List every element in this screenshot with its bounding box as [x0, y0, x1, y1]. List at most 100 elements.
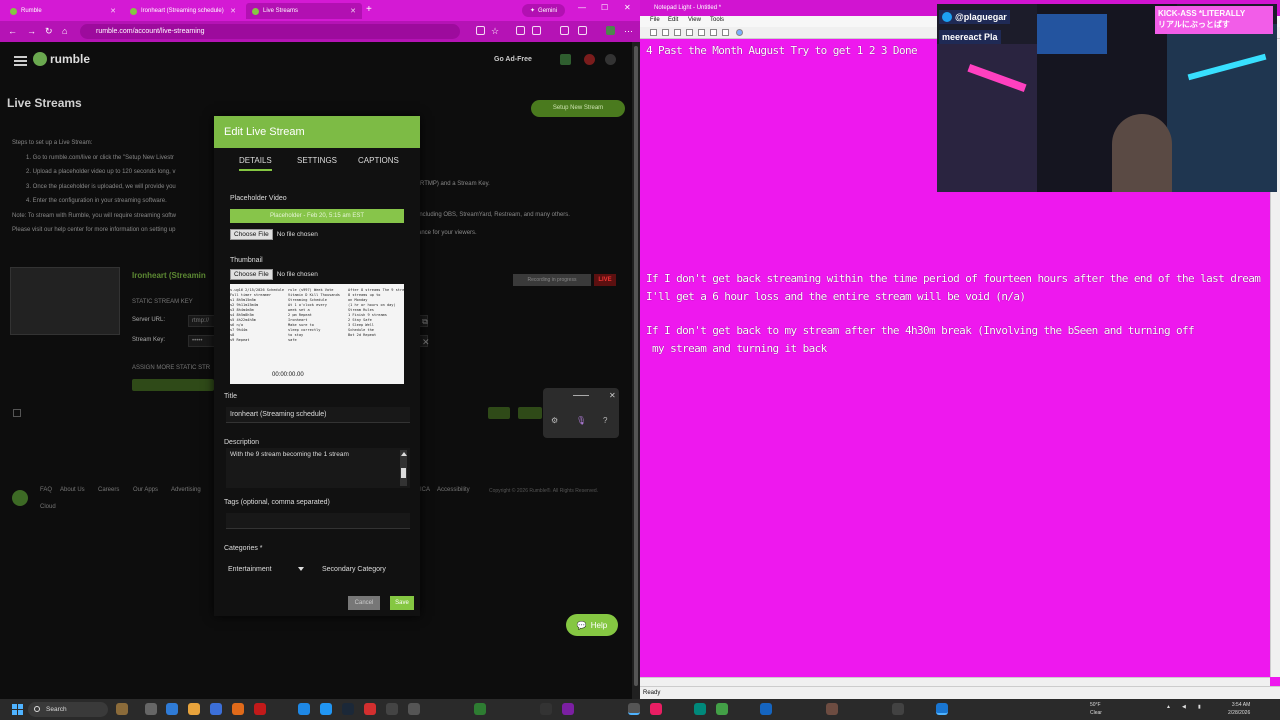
home-icon[interactable]: ⌂	[62, 26, 67, 36]
github-icon[interactable]	[540, 703, 552, 715]
windows-start-icon[interactable]	[12, 704, 23, 715]
footer-link-dmca[interactable]: ICA	[420, 487, 430, 493]
app-icon[interactable]	[386, 703, 398, 715]
tab-settings[interactable]: SETTINGS	[297, 156, 337, 165]
help-button[interactable]: 💬 Help	[566, 614, 618, 636]
notepad-horizontal-scrollbar[interactable]	[640, 677, 1270, 686]
minimize-icon[interactable]: —	[578, 3, 586, 12]
note-line-2[interactable]: If I don't get back streaming within the…	[646, 272, 1261, 285]
app-icon[interactable]	[760, 703, 772, 715]
wifi-icon[interactable]: ▲	[1166, 704, 1171, 710]
title-input[interactable]: Ironheart (Streaming schedule)	[226, 407, 410, 423]
stream-title-link[interactable]: Ironheart (Streamin	[132, 271, 206, 280]
menu-view[interactable]: View	[688, 17, 701, 23]
steam-icon[interactable]	[342, 703, 354, 715]
description-textarea[interactable]: With the 9 stream becoming the 1 stream	[226, 448, 410, 488]
gemini-button[interactable]: ✦ Gemini	[522, 4, 566, 17]
hamburger-menu-icon[interactable]	[14, 56, 27, 66]
app-icon[interactable]	[650, 703, 662, 715]
tab-live-streams[interactable]: Live Streams ✕	[246, 3, 362, 19]
menu-dots-icon[interactable]: ⋯	[624, 26, 633, 37]
page-scrollbar-thumb[interactable]	[634, 46, 638, 686]
widgets-icon[interactable]	[116, 703, 128, 715]
choose-file-button[interactable]: Choose File	[230, 269, 273, 280]
menu-edit[interactable]: Edit	[668, 17, 678, 23]
url-input[interactable]: rumble.com/account/live-streaming	[80, 24, 460, 39]
screenshot-icon[interactable]	[532, 26, 541, 35]
system-clock[interactable]: 3:54 AM 2/28/2026	[1228, 701, 1250, 717]
footer-link-about[interactable]: About Us	[60, 487, 85, 493]
about-icon[interactable]	[736, 29, 743, 36]
app-icon[interactable]	[210, 703, 222, 715]
note-line-1[interactable]: 4 Past the Month August Try to get 1 2 3…	[646, 44, 918, 57]
app-icon[interactable]	[562, 703, 574, 715]
note-line-5[interactable]: my stream and turning it back	[646, 342, 827, 355]
note-line-4[interactable]: If I don't get back to my stream after t…	[646, 324, 1195, 337]
collections-icon[interactable]	[578, 26, 587, 35]
save-file-icon[interactable]	[674, 29, 681, 36]
battery-icon[interactable]: ▮	[1198, 704, 1201, 710]
close-icon[interactable]: ✕	[230, 7, 236, 15]
maximize-icon[interactable]: ☐	[601, 3, 608, 12]
cut-icon[interactable]	[698, 29, 705, 36]
star-icon[interactable]: ☆	[491, 26, 499, 37]
rumble-logo[interactable]: rumble	[33, 52, 90, 66]
footer-link-faq[interactable]: FAQ	[40, 487, 52, 493]
close-icon[interactable]: ✕	[609, 391, 616, 400]
gear-icon[interactable]: ⚙	[551, 416, 558, 425]
firefox-icon[interactable]	[232, 703, 244, 715]
paste-icon[interactable]	[722, 29, 729, 36]
setup-new-stream-button[interactable]: Setup New Stream	[531, 100, 625, 117]
tab-ironheart[interactable]: Ironheart (Streaming schedule) ✕	[124, 3, 242, 19]
secondary-category-select[interactable]: Secondary Category	[318, 560, 410, 578]
choose-file-button[interactable]: Choose File	[230, 229, 273, 240]
tab-rumble[interactable]: Rumble ✕	[4, 3, 122, 19]
print-icon[interactable]	[686, 29, 693, 36]
menu-file[interactable]: File	[650, 17, 660, 23]
app-icon[interactable]	[716, 703, 728, 715]
app-icon[interactable]	[474, 703, 486, 715]
favorites-icon[interactable]	[560, 26, 569, 35]
drag-handle[interactable]	[573, 395, 589, 396]
file-explorer-icon[interactable]	[188, 703, 200, 715]
stream-thumbnail[interactable]	[10, 267, 120, 335]
footer-link-careers[interactable]: Careers	[98, 487, 119, 493]
open-file-icon[interactable]	[662, 29, 669, 36]
back-icon[interactable]: ←	[8, 26, 17, 36]
forward-icon[interactable]: →	[27, 26, 36, 36]
close-icon[interactable]: ✕	[422, 337, 430, 348]
tags-input[interactable]	[226, 513, 410, 529]
notepad-taskbar-icon[interactable]	[628, 703, 640, 715]
opera-icon[interactable]	[254, 703, 266, 715]
tab-captions[interactable]: CAPTIONS	[358, 156, 399, 165]
close-icon[interactable]: ✕	[350, 7, 356, 15]
notification-bell-icon[interactable]	[584, 54, 595, 65]
edit-button[interactable]	[488, 407, 510, 419]
app-icon[interactable]	[320, 703, 332, 715]
weather-widget[interactable]: 50°F Clear	[1090, 701, 1102, 717]
edge-icon[interactable]	[298, 703, 310, 715]
note-line-3[interactable]: I'll get a 6 hour loss and the entire st…	[646, 290, 1026, 303]
footer-link-cloud[interactable]: Cloud	[40, 504, 56, 510]
tab-details[interactable]: DETAILS	[239, 156, 272, 171]
upload-icon[interactable]	[560, 54, 571, 65]
scroll-up-icon[interactable]	[401, 452, 407, 456]
app-icon[interactable]	[408, 703, 420, 715]
save-button[interactable]: Save	[390, 596, 414, 610]
end-button[interactable]	[518, 407, 542, 419]
speaker-icon[interactable]: ◀	[1182, 704, 1186, 710]
profile-icon[interactable]	[606, 26, 615, 35]
new-file-icon[interactable]	[650, 29, 657, 36]
app-icon[interactable]	[364, 703, 376, 715]
scroll-thumb[interactable]	[401, 468, 406, 478]
app-icon[interactable]	[826, 703, 838, 715]
eye-off-icon[interactable]	[476, 26, 485, 35]
primary-category-select[interactable]: Entertainment	[224, 560, 308, 578]
extensions-icon[interactable]	[516, 26, 525, 35]
copy-icon[interactable]: ⧉	[422, 317, 428, 327]
description-scrollbar[interactable]	[400, 450, 407, 486]
select-checkbox[interactable]	[13, 409, 21, 417]
menu-tools[interactable]: Tools	[710, 17, 724, 23]
task-view-icon[interactable]	[145, 703, 157, 715]
setup-latency-button[interactable]	[132, 379, 214, 391]
